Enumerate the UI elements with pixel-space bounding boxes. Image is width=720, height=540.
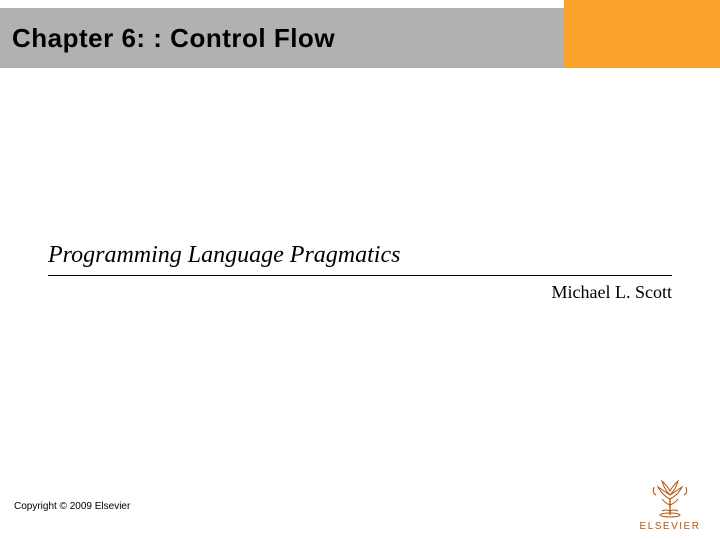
copyright-text: Copyright © 2009 Elsevier [14,501,130,512]
accent-block [564,0,720,68]
publisher-name: ELSEVIER [634,521,706,532]
slide: Chapter 6: : Control Flow Programming La… [0,0,720,540]
divider [48,275,672,276]
tree-icon [634,475,706,519]
chapter-title: Chapter 6: : Control Flow [0,23,335,54]
publisher-logo: ELSEVIER [634,475,706,532]
author-name: Michael L. Scott [552,282,672,303]
book-subtitle: Programming Language Pragmatics [48,242,672,273]
subtitle-section: Programming Language Pragmatics [48,242,672,276]
